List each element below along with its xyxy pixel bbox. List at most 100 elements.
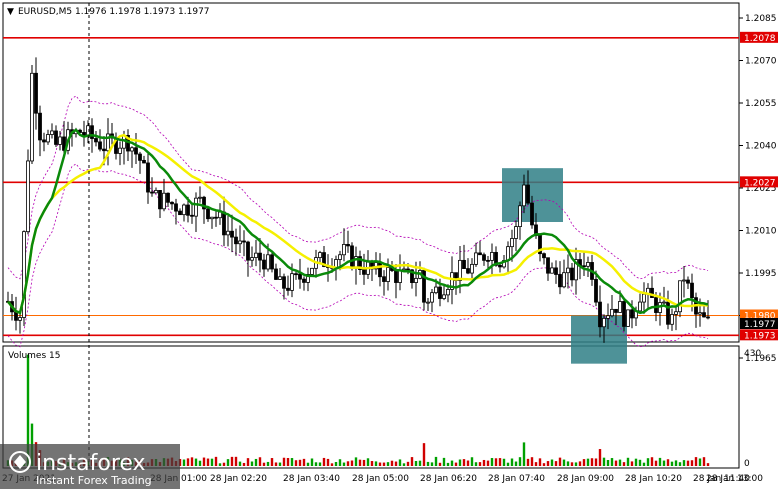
volume-bar (578, 461, 582, 466)
candle-body (158, 190, 162, 210)
candle-body (38, 112, 42, 141)
volume-bar (274, 462, 278, 466)
candle-body (210, 216, 214, 220)
candle-body (570, 267, 574, 281)
candle-body (550, 267, 554, 274)
candle-body (610, 308, 614, 317)
candle-body (446, 289, 450, 296)
volume-bar (662, 460, 666, 466)
volume-bar (206, 458, 210, 466)
candle-body (466, 268, 470, 274)
volume-bar (690, 460, 694, 466)
volume-bar (542, 463, 546, 466)
candle-body (290, 273, 294, 291)
candle-body (146, 162, 150, 193)
volume-bar (290, 458, 294, 466)
candle-body (530, 202, 534, 226)
candle-body (546, 257, 550, 274)
candle-body (394, 270, 398, 283)
volume-bar (646, 458, 650, 466)
candle-body (430, 292, 434, 303)
candle-body (274, 268, 278, 280)
volume-bar (502, 458, 506, 466)
candle-body (514, 226, 518, 239)
volume-bar (362, 459, 366, 466)
volume-bar (606, 460, 610, 466)
candle-body (278, 276, 282, 280)
candle-body (462, 259, 466, 269)
level-tag-label: 1.1977 (744, 320, 776, 330)
volume-bar (462, 459, 466, 466)
volume-bar (270, 458, 274, 466)
volume-bar (574, 462, 578, 466)
price-tick-label: 1.2085 (745, 14, 777, 24)
candle-body (562, 272, 566, 288)
candle-body (698, 312, 702, 315)
candle-body (434, 286, 438, 294)
volume-bar (634, 458, 638, 466)
volume-bar (302, 458, 306, 466)
header-arrow-icon[interactable]: ▼ (7, 7, 14, 17)
candle-body (30, 72, 34, 162)
candle-body (282, 276, 286, 289)
logo-tagline: Instant Forex Trading (36, 474, 152, 487)
candle-body (162, 192, 166, 210)
candle-body (638, 301, 642, 312)
time-label: 28 Jan 02:20 (210, 474, 267, 484)
candle-body (690, 282, 694, 299)
volume-bar (358, 459, 362, 466)
candle-body (134, 147, 138, 155)
candle-body (594, 279, 598, 303)
volume-zero-label: 0 (744, 459, 750, 469)
time-label: 28 Jan 10:20 (625, 474, 682, 484)
candle-body (42, 139, 46, 143)
volume-bar (654, 460, 658, 466)
candle-body (46, 134, 50, 143)
volume-bar (458, 459, 462, 466)
price-chart[interactable]: 1.20851.20701.20551.20401.20251.20101.19… (0, 0, 781, 489)
volume-bar (298, 459, 302, 466)
candle-body (138, 153, 142, 161)
candle-body (674, 311, 678, 315)
time-label: 28 Jan 07:40 (488, 474, 545, 484)
volume-bar (622, 462, 626, 466)
price-tick-label: 1.1995 (745, 269, 777, 279)
volume-bar (218, 463, 222, 466)
time-label: 28 Jan 13:00 (706, 474, 763, 484)
volume-bar (490, 458, 494, 466)
candle-body (382, 276, 386, 282)
candle-body (490, 252, 494, 261)
volume-max-label: 430 (744, 349, 761, 359)
volume-bar (614, 460, 618, 466)
volume-bar (338, 459, 342, 466)
candle-body (518, 205, 522, 228)
candle-body (378, 262, 382, 278)
candle-body (642, 293, 646, 303)
volume-bar (590, 458, 594, 466)
volume-bar (494, 458, 498, 466)
volume-bar (418, 460, 422, 466)
candle-body (582, 265, 586, 268)
volume-bar (538, 458, 542, 466)
candle-body (18, 317, 22, 321)
volume-bar (550, 459, 554, 466)
volume-bar (406, 461, 410, 466)
price-tick-label: 1.2040 (745, 142, 777, 152)
logo-brand: instaforex (36, 451, 146, 476)
volume-bar (586, 458, 590, 466)
candle-body (262, 259, 266, 270)
volume-bar (470, 457, 474, 466)
volume-bar (554, 461, 558, 466)
volume-bar (506, 462, 510, 466)
candle-body (178, 210, 182, 216)
volume-bar (198, 460, 202, 466)
volume-bar (286, 457, 290, 466)
volume-bar (318, 462, 322, 466)
candle-body (258, 252, 262, 261)
candle-body (598, 301, 602, 328)
candle-body (586, 262, 590, 267)
candle-body (238, 240, 242, 245)
candle-body (186, 204, 190, 216)
candle-body (706, 316, 710, 319)
candle-body (94, 138, 98, 143)
